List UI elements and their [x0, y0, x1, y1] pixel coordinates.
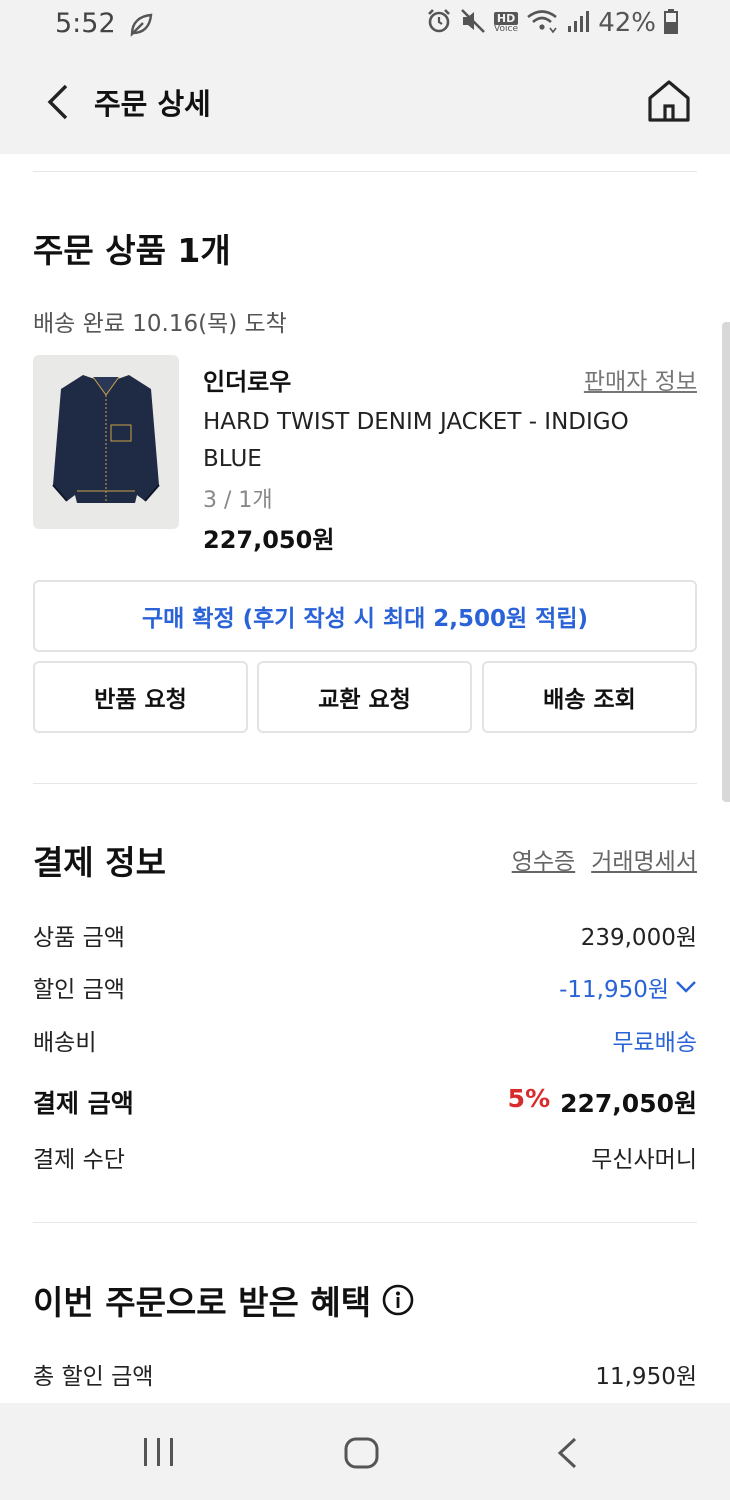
page-title: 주문 상세 — [94, 87, 211, 121]
purchase-confirm-button[interactable]: 구매 확정 (후기 작성 시 최대 2,500원 적립) — [33, 580, 697, 652]
product-brand[interactable]: 인더로우 — [203, 362, 291, 397]
payment-links: 영수증 거래명세서 — [512, 842, 697, 876]
delivery-status: 배송 완료 10.16(목) 도착 — [33, 311, 287, 337]
status-bar: 5:52 HD Voice 42% — [0, 0, 730, 50]
exchange-request-button[interactable]: 교환 요청 — [257, 661, 472, 733]
shipping-value: 무료배송 — [612, 1030, 697, 1056]
payment-section-title: 결제 정보 — [33, 843, 166, 882]
battery-percent: 42% — [598, 8, 656, 38]
hd-voice-icon: HD Voice — [493, 12, 519, 34]
product-amount-value: 239,000원 — [580, 925, 697, 951]
leaf-icon — [128, 12, 154, 42]
receipt-link[interactable]: 영수증 — [512, 842, 575, 876]
recent-apps-icon — [144, 1438, 173, 1466]
home-button[interactable] — [646, 78, 692, 124]
product-image[interactable] — [33, 355, 179, 529]
product-price: 227,050원 — [203, 526, 335, 554]
total-amount: 5% 227,050원 — [508, 1084, 697, 1120]
home-icon — [648, 80, 690, 122]
alarm-icon — [426, 8, 452, 38]
system-nav-bar — [0, 1403, 730, 1500]
nav-back-button[interactable] — [555, 1436, 579, 1470]
statement-link[interactable]: 거래명세서 — [591, 842, 697, 876]
discount-toggle[interactable]: -11,950원 — [559, 970, 697, 1004]
total-discount-label: 총 할인 금액 — [33, 1364, 154, 1390]
recent-apps-button[interactable] — [142, 1436, 176, 1468]
divider — [33, 171, 697, 172]
back-arrow-icon — [557, 1437, 577, 1469]
divider — [33, 1222, 697, 1223]
back-button[interactable] — [40, 82, 76, 122]
product-option: 3 / 1개 — [203, 488, 273, 513]
total-label: 결제 금액 — [33, 1089, 134, 1118]
chevron-left-icon — [47, 84, 68, 120]
divider — [33, 783, 697, 784]
product-name[interactable]: HARD TWIST DENIM JACKET - INDIGO BLUE — [203, 404, 683, 478]
home-pill-icon — [344, 1437, 379, 1469]
info-icon[interactable] — [381, 1283, 415, 1317]
benefits-section-title: 이번 주문으로 받은 혜택 — [33, 1276, 415, 1324]
discount-value: -11,950원 — [559, 977, 669, 1003]
total-discount-rate: 5% — [507, 1084, 551, 1113]
nav-home-button[interactable] — [343, 1436, 381, 1470]
chevron-down-icon — [676, 981, 696, 993]
shipping-label: 배송비 — [33, 1030, 97, 1056]
wifi-icon — [526, 8, 558, 38]
status-icons: HD Voice 42% — [426, 8, 678, 38]
denim-jacket-image — [52, 375, 160, 503]
order-section-title: 주문 상품 1개 — [33, 231, 231, 270]
product-amount-label: 상품 금액 — [33, 925, 125, 951]
seller-info-link[interactable]: 판매자 정보 — [584, 362, 697, 396]
signal-icon — [566, 8, 590, 38]
status-time: 5:52 — [55, 8, 116, 39]
discount-label: 할인 금액 — [33, 977, 125, 1003]
voice-label: Voice — [494, 24, 518, 34]
mute-icon — [460, 8, 486, 38]
battery-icon — [664, 8, 678, 38]
delivery-tracking-button[interactable]: 배송 조회 — [482, 661, 697, 733]
payment-method-value: 무신사머니 — [591, 1147, 697, 1173]
total-value: 227,050원 — [560, 1089, 697, 1118]
payment-method-label: 결제 수단 — [33, 1147, 125, 1173]
total-discount-value: 11,950원 — [595, 1364, 697, 1390]
app-header: 주문 상세 — [0, 50, 730, 154]
scrollbar[interactable] — [722, 322, 730, 802]
return-request-button[interactable]: 반품 요청 — [33, 661, 248, 733]
benefits-title-text: 이번 주문으로 받은 혜택 — [33, 1283, 372, 1322]
